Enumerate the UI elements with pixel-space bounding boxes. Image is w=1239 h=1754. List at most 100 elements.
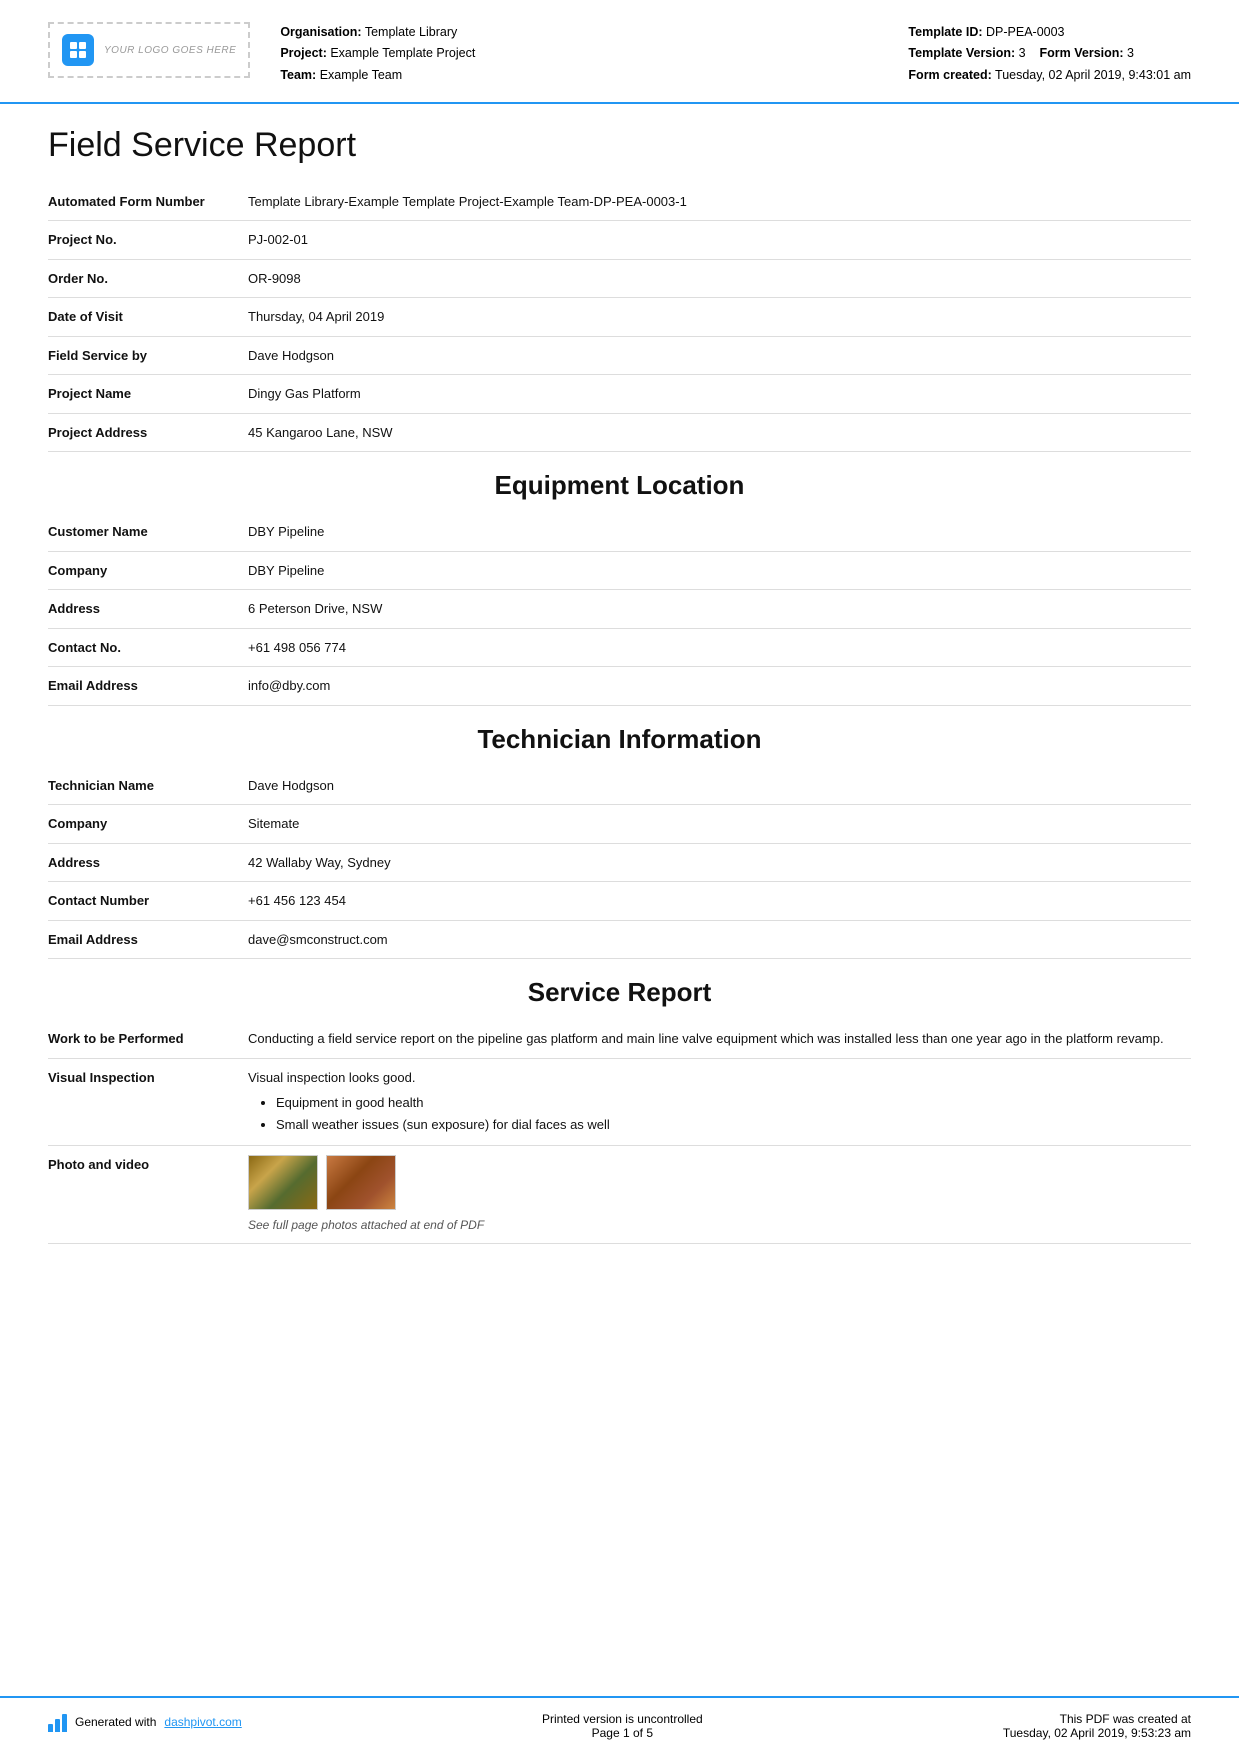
form-fields-table: Automated Form NumberTemplate Library-Ex… — [48, 183, 1191, 453]
table-row: CompanyDBY Pipeline — [48, 551, 1191, 590]
field-value: Visual inspection looks good.Equipment i… — [248, 1058, 1191, 1146]
photo-container — [248, 1155, 1183, 1210]
field-value: PJ-002-01 — [248, 221, 1191, 260]
footer: Generated with dashpivot.com Printed ver… — [0, 1696, 1239, 1754]
service-fields-table: Work to be PerformedConducting a field s… — [48, 1020, 1191, 1244]
list-item: Small weather issues (sun exposure) for … — [276, 1115, 1183, 1135]
team-label: Team: — [280, 68, 316, 82]
field-label: Project Address — [48, 413, 248, 452]
table-row: Contact No.+61 498 056 774 — [48, 628, 1191, 667]
section-service-heading: Service Report — [48, 959, 1191, 1020]
header-project: Project: Example Template Project — [280, 43, 878, 64]
field-value: Thursday, 04 April 2019 — [248, 298, 1191, 337]
photo-caption: See full page photos attached at end of … — [248, 1216, 1183, 1234]
team-value: Example Team — [320, 68, 402, 82]
section-technician-heading: Technician Information — [48, 706, 1191, 767]
template-id-value: DP-PEA-0003 — [986, 25, 1065, 39]
field-label: Customer Name — [48, 513, 248, 551]
logo-icon — [62, 34, 94, 66]
field-label: Email Address — [48, 920, 248, 959]
field-value: Conducting a field service report on the… — [248, 1020, 1191, 1058]
table-row: Contact Number+61 456 123 454 — [48, 882, 1191, 921]
table-row: Project No.PJ-002-01 — [48, 221, 1191, 260]
template-version-row: Template Version: 3 Form Version: 3 — [908, 43, 1191, 64]
table-row: Project Address45 Kangaroo Lane, NSW — [48, 413, 1191, 452]
table-row: Field Service byDave Hodgson — [48, 336, 1191, 375]
page: YOUR LOGO GOES HERE Organisation: Templa… — [0, 0, 1239, 1754]
footer-center: Printed version is uncontrolled Page 1 o… — [542, 1712, 703, 1740]
dashpivot-icon — [48, 1712, 67, 1732]
photo-thumbnail-1 — [248, 1155, 318, 1210]
footer-center-line2: Page 1 of 5 — [542, 1726, 703, 1740]
field-value: DBY Pipeline — [248, 513, 1191, 551]
table-row: Technician NameDave Hodgson — [48, 767, 1191, 805]
table-row: Address42 Wallaby Way, Sydney — [48, 843, 1191, 882]
field-value: OR-9098 — [248, 259, 1191, 298]
template-id-label: Template ID: — [908, 25, 982, 39]
field-value: +61 456 123 454 — [248, 882, 1191, 921]
template-id-row: Template ID: DP-PEA-0003 — [908, 22, 1191, 43]
header-team: Team: Example Team — [280, 65, 878, 86]
technician-fields-table: Technician NameDave HodgsonCompanySitema… — [48, 767, 1191, 960]
org-value: Template Library — [365, 25, 457, 39]
table-row: Email Addressinfo@dby.com — [48, 667, 1191, 706]
table-row: Date of VisitThursday, 04 April 2019 — [48, 298, 1191, 337]
field-label: Company — [48, 805, 248, 844]
list-item: Equipment in good health — [276, 1093, 1183, 1113]
template-version-value: 3 — [1019, 46, 1026, 60]
table-row: Order No.OR-9098 — [48, 259, 1191, 298]
footer-right: This PDF was created at Tuesday, 02 Apri… — [1003, 1712, 1191, 1740]
field-value: 45 Kangaroo Lane, NSW — [248, 413, 1191, 452]
main-title: Field Service Report — [48, 126, 1191, 165]
field-label: Project Name — [48, 375, 248, 414]
project-value: Example Template Project — [330, 46, 475, 60]
footer-left: Generated with dashpivot.com — [48, 1712, 242, 1732]
field-value: Dave Hodgson — [248, 336, 1191, 375]
table-row: Automated Form NumberTemplate Library-Ex… — [48, 183, 1191, 221]
form-version-value: 3 — [1127, 46, 1134, 60]
field-label: Order No. — [48, 259, 248, 298]
logo-box: YOUR LOGO GOES HERE — [48, 22, 250, 78]
field-label: Address — [48, 843, 248, 882]
table-row: Email Addressdave@smconstruct.com — [48, 920, 1191, 959]
field-label: Project No. — [48, 221, 248, 260]
field-label: Contact No. — [48, 628, 248, 667]
field-value: See full page photos attached at end of … — [248, 1146, 1191, 1244]
field-label: Automated Form Number — [48, 183, 248, 221]
footer-right-line1: This PDF was created at — [1003, 1712, 1191, 1726]
field-value: 42 Wallaby Way, Sydney — [248, 843, 1191, 882]
bullet-list: Equipment in good healthSmall weather is… — [248, 1093, 1183, 1134]
field-value: DBY Pipeline — [248, 551, 1191, 590]
field-value: +61 498 056 774 — [248, 628, 1191, 667]
table-row: Visual InspectionVisual inspection looks… — [48, 1058, 1191, 1146]
footer-link[interactable]: dashpivot.com — [164, 1715, 241, 1729]
header-meta: Organisation: Template Library Project: … — [280, 22, 878, 86]
table-row: Work to be PerformedConducting a field s… — [48, 1020, 1191, 1058]
table-row: Photo and videoSee full page photos atta… — [48, 1146, 1191, 1244]
header: YOUR LOGO GOES HERE Organisation: Templa… — [0, 0, 1239, 104]
field-label: Technician Name — [48, 767, 248, 805]
project-label: Project: — [280, 46, 327, 60]
equipment-fields-table: Customer NameDBY PipelineCompanyDBY Pipe… — [48, 513, 1191, 706]
header-right: Template ID: DP-PEA-0003 Template Versio… — [908, 22, 1191, 86]
form-created-value: Tuesday, 02 April 2019, 9:43:01 am — [995, 68, 1191, 82]
logo-text: YOUR LOGO GOES HERE — [104, 45, 236, 56]
field-label: Address — [48, 590, 248, 629]
field-label: Photo and video — [48, 1146, 248, 1244]
table-row: Project NameDingy Gas Platform — [48, 375, 1191, 414]
content: Field Service Report Automated Form Numb… — [0, 104, 1239, 1696]
field-value: dave@smconstruct.com — [248, 920, 1191, 959]
field-value: Template Library-Example Template Projec… — [248, 183, 1191, 221]
footer-right-line2: Tuesday, 02 April 2019, 9:53:23 am — [1003, 1726, 1191, 1740]
field-label: Work to be Performed — [48, 1020, 248, 1058]
field-label: Email Address — [48, 667, 248, 706]
field-value: 6 Peterson Drive, NSW — [248, 590, 1191, 629]
table-row: CompanySitemate — [48, 805, 1191, 844]
form-created-row: Form created: Tuesday, 02 April 2019, 9:… — [908, 65, 1191, 86]
template-version-label: Template Version: — [908, 46, 1015, 60]
field-label: Date of Visit — [48, 298, 248, 337]
logo-svg — [69, 41, 87, 59]
field-label: Contact Number — [48, 882, 248, 921]
field-value: Sitemate — [248, 805, 1191, 844]
field-label: Field Service by — [48, 336, 248, 375]
